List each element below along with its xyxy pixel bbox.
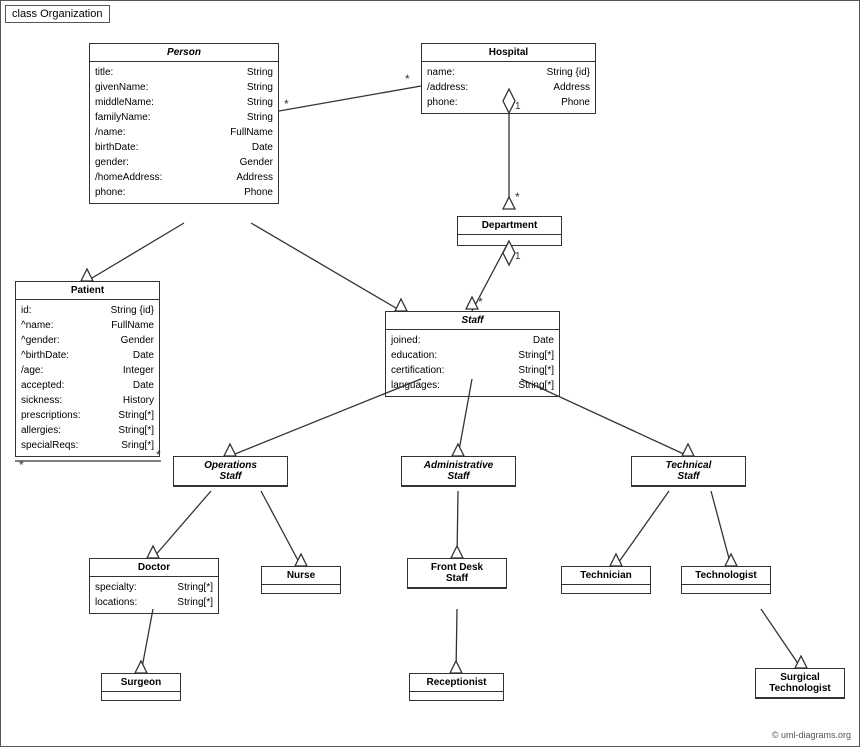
- svg-text:*: *: [284, 97, 289, 111]
- class-technologist-header: Technologist: [682, 567, 770, 585]
- class-person-header: Person: [90, 44, 278, 62]
- class-patient-body: id:String {id} ^name:FullName ^gender:Ge…: [16, 300, 159, 456]
- class-patient-header: Patient: [16, 282, 159, 300]
- class-surgical-technologist: Surgical Technologist: [755, 668, 845, 699]
- svg-text:*: *: [405, 72, 410, 86]
- class-nurse-body: [262, 585, 340, 593]
- svg-text:*: *: [478, 295, 483, 309]
- class-front-desk-staff-header: Front Desk Staff: [408, 559, 506, 588]
- diagram-title: class Organization: [5, 5, 110, 23]
- class-front-desk-staff: Front Desk Staff: [407, 558, 507, 589]
- class-staff: Staff joined:Date education:String[*] ce…: [385, 311, 560, 397]
- class-patient: Patient id:String {id} ^name:FullName ^g…: [15, 281, 160, 457]
- class-operations-staff: Operations Staff: [173, 456, 288, 487]
- class-department-body: [458, 235, 561, 245]
- class-surgeon: Surgeon: [101, 673, 181, 701]
- svg-text:1: 1: [515, 251, 521, 262]
- class-surgeon-body: [102, 692, 180, 700]
- class-surgeon-header: Surgeon: [102, 674, 180, 692]
- class-technician: Technician: [561, 566, 651, 594]
- svg-text:*: *: [19, 458, 24, 472]
- class-technician-header: Technician: [562, 567, 650, 585]
- class-person: Person title:String givenName:String mid…: [89, 43, 279, 204]
- class-doctor-body: specialty:String[*] locations:String[*]: [90, 577, 218, 613]
- class-technician-body: [562, 585, 650, 593]
- class-hospital-body: name:String {id} /address:Address phone:…: [422, 62, 595, 113]
- copyright: © uml-diagrams.org: [772, 730, 851, 740]
- class-department: Department: [457, 216, 562, 246]
- class-nurse-header: Nurse: [262, 567, 340, 585]
- class-doctor: Doctor specialty:String[*] locations:Str…: [89, 558, 219, 614]
- class-receptionist: Receptionist: [409, 673, 504, 701]
- class-staff-body: joined:Date education:String[*] certific…: [386, 330, 559, 396]
- class-hospital-header: Hospital: [422, 44, 595, 62]
- class-technologist-body: [682, 585, 770, 593]
- class-administrative-staff: Administrative Staff: [401, 456, 516, 487]
- svg-text:*: *: [515, 190, 520, 204]
- class-receptionist-header: Receptionist: [410, 674, 503, 692]
- class-administrative-staff-header: Administrative Staff: [402, 457, 515, 486]
- class-doctor-header: Doctor: [90, 559, 218, 577]
- class-technologist: Technologist: [681, 566, 771, 594]
- uml-diagram: class Organization Person title:String g…: [0, 0, 860, 747]
- class-staff-header: Staff: [386, 312, 559, 330]
- class-hospital: Hospital name:String {id} /address:Addre…: [421, 43, 596, 114]
- class-nurse: Nurse: [261, 566, 341, 594]
- class-receptionist-body: [410, 692, 503, 700]
- class-department-header: Department: [458, 217, 561, 235]
- class-operations-staff-header: Operations Staff: [174, 457, 287, 486]
- class-technical-staff-header: Technical Staff: [632, 457, 745, 486]
- class-surgical-technologist-header: Surgical Technologist: [756, 669, 844, 698]
- class-technical-staff: Technical Staff: [631, 456, 746, 487]
- class-person-body: title:String givenName:String middleName…: [90, 62, 278, 203]
